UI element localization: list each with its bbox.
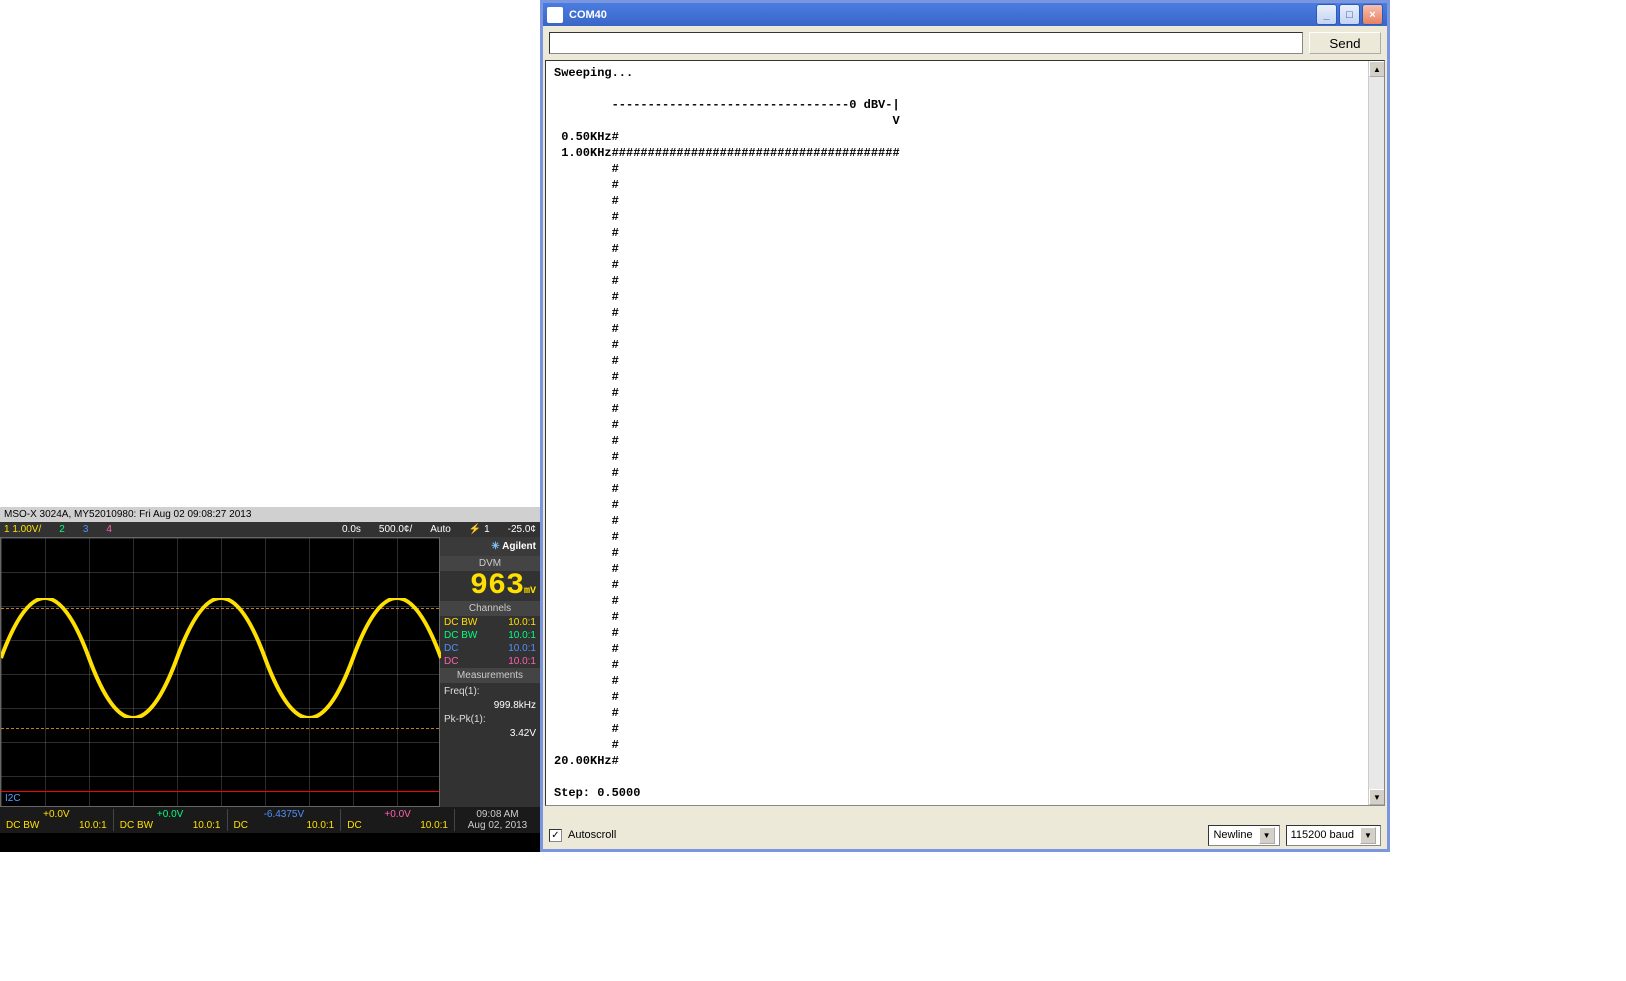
scope-footer: +0.0VDC BW10.0:1+0.0VDC BW10.0:1-6.4375V… [0,807,540,833]
scroll-down-button[interactable]: ▼ [1369,789,1385,805]
chevron-down-icon: ▼ [1360,827,1376,844]
oscilloscope-panel: MSO-X 3024A, MY52010980: Fri Aug 02 09:0… [0,507,540,852]
baud-select[interactable]: 115200 baud ▼ [1286,825,1381,846]
scope-clock: 09:08 AM Aug 02, 2013 [455,809,540,831]
channel-footer-col: +0.0VDC BW10.0:1 [0,809,114,831]
terminal-scrollbar[interactable]: ▲ ▼ [1368,61,1384,805]
channel-footer-col: +0.0VDC BW10.0:1 [114,809,228,831]
scope-brand: ✳ Agilent [440,537,540,556]
scope-mode: Auto [430,524,451,535]
scope-ch4-marker: 4 [106,524,112,535]
ch4-baseline [1,791,439,792]
autoscroll-label: Autoscroll [568,829,616,841]
scope-ch2-marker: 2 [59,524,65,535]
channels-header: Channels [440,601,540,616]
serial-output-area[interactable]: Sweeping... ----------------------------… [545,60,1385,806]
line-ending-select[interactable]: Newline ▼ [1208,825,1279,846]
meas-freq-label: Freq(1): [444,685,536,699]
channel-row: DC10.0:1 [440,642,540,655]
scope-ch3-marker: 3 [83,524,89,535]
channel-footer-col: +0.0VDC10.0:1 [341,809,455,831]
scope-ch1-scale: 1 1.00V/ [4,524,41,535]
scope-trigger-level: -25.0¢ [508,524,536,535]
measurements-header: Measurements [440,668,540,683]
serial-send-input[interactable] [549,32,1303,54]
meas-pkpk-label: Pk-Pk(1): [444,713,536,727]
dvm-reading: 963mV [440,571,540,601]
channel-row: DC BW10.0:1 [440,629,540,642]
cursor-lower [1,728,439,729]
scope-model-header: MSO-X 3024A, MY52010980: Fri Aug 02 09:0… [0,507,540,522]
bus-label-i2c: I2C [5,793,21,804]
measurements-block: Freq(1): 999.8kHz Pk-Pk(1): 3.42V [440,683,540,743]
serial-statusbar: ✓ Autoscroll Newline ▼ 115200 baud ▼ [549,823,1381,847]
channel-row: DC BW10.0:1 [440,616,540,629]
window-titlebar[interactable]: ∞ COM40 _ □ × [543,0,1387,26]
scope-sidepanel: ✳ Agilent DVM 963mV Channels DC BW10.0:1… [440,537,540,807]
waveform-ch1 [1,598,441,718]
close-button[interactable]: × [1362,4,1383,25]
scope-topbar: 1 1.00V/ 2 3 4 0.0s 500.0¢/ Auto ⚡ 1 -25… [0,522,540,537]
agilent-logo-icon: ✳ [491,541,499,552]
chevron-down-icon: ▼ [1259,827,1275,844]
scope-time-offset: 0.0s [342,524,361,535]
scope-graticule: I2C [0,537,440,807]
maximize-button[interactable]: □ [1339,4,1360,25]
window-title: COM40 [569,9,607,21]
meas-pkpk-value: 3.42V [444,727,536,741]
send-button[interactable]: Send [1309,32,1381,54]
serial-output-text: Sweeping... ----------------------------… [546,61,1384,806]
channel-row: DC10.0:1 [440,655,540,668]
serial-monitor-window: ∞ COM40 _ □ × Send Sweeping... ---------… [540,0,1390,852]
meas-freq-value: 999.8kHz [444,699,536,713]
arduino-app-icon: ∞ [547,7,563,23]
scope-time-div: 500.0¢/ [379,524,412,535]
minimize-button[interactable]: _ [1316,4,1337,25]
scroll-up-button[interactable]: ▲ [1369,61,1385,77]
scope-trigger: ⚡ 1 [469,524,490,535]
autoscroll-checkbox[interactable]: ✓ [549,829,562,842]
channel-footer-col: -6.4375VDC10.0:1 [228,809,342,831]
